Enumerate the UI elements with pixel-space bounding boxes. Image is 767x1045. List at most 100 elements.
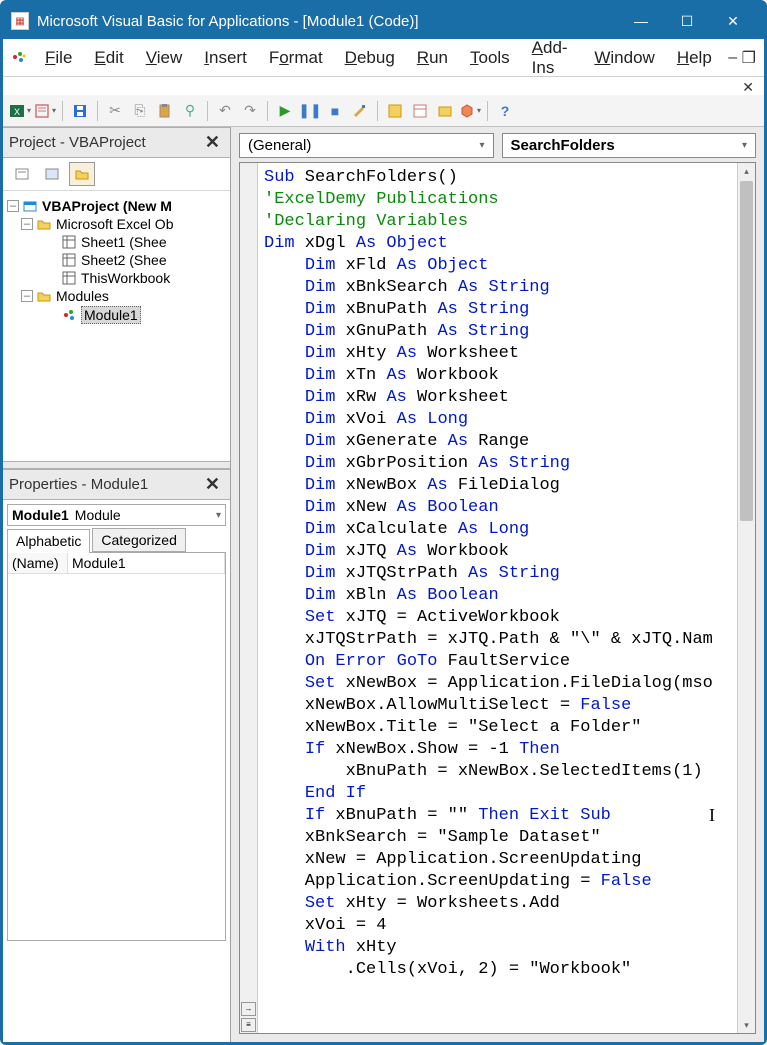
properties-grid[interactable]: (Name) Module1 — [7, 553, 226, 941]
close-button[interactable]: ✕ — [710, 3, 756, 39]
save-button[interactable] — [69, 100, 91, 122]
toolbox-button[interactable] — [459, 100, 481, 122]
procedure-dropdown-value: SearchFolders — [511, 137, 615, 154]
vertical-scrollbar[interactable]: ▴ ▾ — [737, 163, 755, 1033]
mdi-minimize-button[interactable]: – — [726, 49, 740, 67]
menu-window[interactable]: Window — [584, 44, 664, 72]
copy-button[interactable]: ⎘ — [129, 100, 151, 122]
properties-key: (Name) — [8, 553, 68, 574]
code-editor[interactable]: Sub SearchFolders() 'ExcelDemy Publicati… — [258, 163, 737, 1033]
chevron-down-icon: ▾ — [479, 140, 484, 151]
left-column: Project - VBAProject ✕ –VBAProject (New … — [3, 127, 231, 1042]
paste-button[interactable] — [154, 100, 176, 122]
view-object-button[interactable] — [39, 162, 65, 186]
tree-sheet1[interactable]: Sheet1 (Shee — [81, 234, 167, 250]
mdi-restore-button[interactable]: ❐ — [742, 48, 756, 68]
scroll-down-button[interactable]: ▾ — [738, 1017, 755, 1033]
menu-file[interactable]: File — [35, 44, 82, 72]
run-button[interactable]: ▶ — [274, 100, 296, 122]
object-dropdown-value: (General) — [248, 137, 311, 154]
tree-module1[interactable]: Module1 — [81, 306, 141, 324]
insert-module-button[interactable] — [34, 100, 56, 122]
scroll-thumb[interactable] — [740, 181, 753, 521]
properties-panel-header: Properties - Module1 ✕ — [3, 469, 230, 500]
full-module-view-button[interactable]: ≡ — [241, 1018, 256, 1032]
workbook-icon — [61, 270, 77, 286]
properties-object-selector[interactable]: Module1 Module ▾ — [7, 504, 226, 526]
menu-help[interactable]: Help — [667, 44, 722, 72]
break-button[interactable]: ❚❚ — [299, 100, 321, 122]
folder-icon — [36, 288, 52, 304]
minimize-button[interactable]: — — [618, 3, 664, 39]
redo-button[interactable]: ↷ — [239, 100, 261, 122]
worksheet-icon — [61, 234, 77, 250]
panel-splitter[interactable] — [3, 461, 230, 469]
object-dropdown[interactable]: (General) ▾ — [239, 133, 494, 158]
chevron-down-icon: ▾ — [216, 510, 221, 521]
mdi-close-button[interactable]: ✕ — [742, 79, 754, 95]
properties-window-button[interactable] — [409, 100, 431, 122]
toggle-folders-button[interactable] — [69, 162, 95, 186]
window-controls: — ☐ ✕ — [618, 3, 756, 39]
properties-panel-body: Module1 Module ▾ Alphabetic Categorized … — [3, 500, 230, 945]
tree-excel-folder[interactable]: Microsoft Excel Ob — [56, 216, 173, 232]
menu-tools[interactable]: Tools — [460, 44, 520, 72]
window-title: Microsoft Visual Basic for Applications … — [37, 13, 618, 30]
menu-addins[interactable]: Add-Ins — [522, 34, 583, 82]
properties-panel-close-button[interactable]: ✕ — [201, 474, 224, 495]
tree-thisworkbook[interactable]: ThisWorkbook — [81, 270, 170, 286]
view-code-button[interactable] — [9, 162, 35, 186]
menu-app-icon — [11, 49, 27, 67]
object-browser-button[interactable] — [434, 100, 456, 122]
project-icon — [22, 198, 38, 214]
tree-collapse-icon[interactable]: – — [21, 290, 33, 302]
properties-object-type: Module — [75, 507, 121, 523]
cut-button[interactable]: ✂ — [104, 100, 126, 122]
text-cursor-icon: I — [709, 805, 715, 826]
menu-bar: File Edit View Insert Format Debug Run T… — [3, 39, 764, 77]
project-explorer-button[interactable] — [384, 100, 406, 122]
procedure-dropdown[interactable]: SearchFolders ▾ — [502, 133, 757, 158]
view-excel-button[interactable]: X — [9, 100, 31, 122]
menu-insert[interactable]: Insert — [194, 44, 257, 72]
standard-toolbar: X ✂ ⎘ ⚲ ↶ ↷ ▶ ❚❚ ■ ? — [3, 95, 764, 127]
menu-edit[interactable]: Edit — [84, 44, 133, 72]
project-panel-close-button[interactable]: ✕ — [201, 132, 224, 153]
tree-sheet2[interactable]: Sheet2 (Shee — [81, 252, 167, 268]
chevron-down-icon: ▾ — [742, 140, 747, 151]
menu-debug[interactable]: Debug — [335, 44, 405, 72]
svg-text:X: X — [14, 106, 20, 116]
properties-tab-categorized[interactable]: Categorized — [92, 528, 186, 552]
worksheet-icon — [61, 252, 77, 268]
project-tree[interactable]: –VBAProject (New M –Microsoft Excel Ob S… — [3, 191, 230, 461]
properties-tab-alphabetic[interactable]: Alphabetic — [7, 529, 90, 553]
scroll-up-button[interactable]: ▴ — [738, 163, 755, 179]
mdi-close-row: ✕ — [3, 77, 764, 95]
properties-row[interactable]: (Name) Module1 — [8, 553, 225, 574]
menu-view[interactable]: View — [136, 44, 193, 72]
properties-panel-title: Properties - Module1 — [9, 476, 201, 493]
menu-format[interactable]: Format — [259, 44, 333, 72]
tree-collapse-icon[interactable]: – — [7, 200, 19, 212]
reset-button[interactable]: ■ — [324, 100, 346, 122]
folder-icon — [36, 216, 52, 232]
tree-project-root[interactable]: VBAProject (New M — [42, 198, 172, 214]
find-button[interactable]: ⚲ — [179, 100, 201, 122]
help-button[interactable]: ? — [494, 100, 516, 122]
tree-modules-folder[interactable]: Modules — [56, 288, 109, 304]
project-panel-header: Project - VBAProject ✕ — [3, 127, 230, 158]
module-icon — [61, 307, 77, 323]
tree-collapse-icon[interactable]: – — [21, 218, 33, 230]
design-mode-button[interactable] — [349, 100, 371, 122]
code-view-gutter: → ≡ — [240, 163, 258, 1033]
undo-button[interactable]: ↶ — [214, 100, 236, 122]
code-panel: (General) ▾ SearchFolders ▾ → ≡ Sub Sear… — [231, 127, 764, 1042]
maximize-button[interactable]: ☐ — [664, 3, 710, 39]
code-selectors: (General) ▾ SearchFolders ▾ — [231, 127, 764, 162]
code-editor-area: → ≡ Sub SearchFolders() 'ExcelDemy Publi… — [239, 162, 756, 1034]
properties-value[interactable]: Module1 — [68, 553, 225, 574]
procedure-view-button[interactable]: → — [241, 1002, 256, 1016]
properties-object-name: Module1 — [12, 507, 69, 523]
app-icon: ▦ — [11, 12, 29, 30]
menu-run[interactable]: Run — [407, 44, 458, 72]
